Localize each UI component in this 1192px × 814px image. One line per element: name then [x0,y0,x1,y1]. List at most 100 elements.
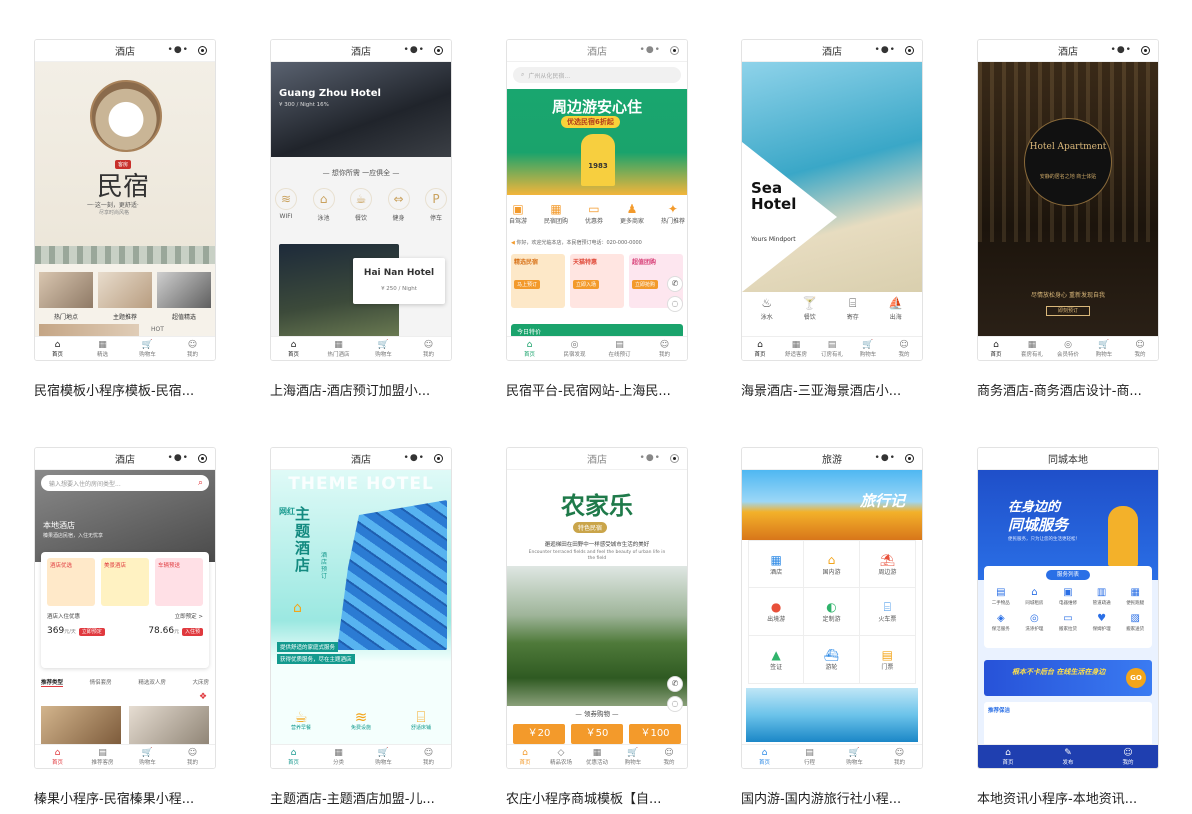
tab-item[interactable]: ⌂ 首页 [742,337,778,360]
filter-tab[interactable]: 大床房 [192,678,209,687]
tab-item[interactable]: ⌂ 首页 [507,337,552,360]
category-item[interactable]: ▣ 自驾游 [509,202,527,225]
promo-card[interactable]: 天猫特惠 立即入场 [570,254,624,308]
card-caption[interactable]: 民宿平台-民宿网站-上海民... [506,380,688,399]
row-link[interactable]: 立即预定 > [175,612,203,620]
tab-item[interactable]: ☺ 我的 [642,337,687,360]
room-item[interactable]: 热门地点 [39,272,93,321]
promo-card[interactable]: 精选民宿 马上预订 [511,254,565,308]
service-item[interactable]: ⛵ 出海 [888,296,903,321]
phone-preview[interactable]: 酒店 •●• THEME HOTEL 网红 主题酒店 酒店预订 ⌂ 提供舒适的家… [270,447,452,769]
facility-item[interactable]: ⇔ 健身 [387,188,410,222]
template-card[interactable]: 旅游 •●• 旅行记 ▦ 酒店 ⌂ 国内游 ⛱ 周边游 ● 出境游 ◐ 定制游 ⌸ 火车票 … [741,447,923,807]
tab-item[interactable]: ▦ 优惠活动 [579,745,615,768]
phone-preview[interactable]: 酒店 •●• ⌕ 广州从化民宿... 周边游安心住 优选民宿6折起 1983 ▣ 自… [506,39,688,361]
service-item[interactable]: ◈ 保洁服务 [984,612,1018,632]
phone-call-icon[interactable]: ✆ [667,276,683,292]
tab-item[interactable]: ⌂ 首页 [507,745,543,768]
facility-item[interactable]: ⌂ 泳池 [312,188,335,222]
capsule-close-icon[interactable] [198,46,207,55]
tab-item[interactable]: 🛒 购物车 [1086,337,1122,360]
card-caption[interactable]: 民宿模板小程序模板-民宿... [34,380,216,399]
tab-item[interactable]: ▤ 订房有礼 [814,337,850,360]
tab-item[interactable]: ☺ 我的 [886,337,922,360]
phone-preview[interactable]: 同城本地 在身边的 同城服务 便民服务，只为让您的生活更轻松！ 服务列表 ▤ 二手… [977,447,1159,769]
promo-card[interactable]: 美景酒店 [101,558,149,606]
room-photo[interactable] [41,706,121,744]
phone-preview[interactable]: 旅游 •●• 旅行记 ▦ 酒店 ⌂ 国内游 ⛱ 周边游 ● 出境游 ◐ 定制游 ⌸ 火车票 … [741,447,923,769]
tab-item[interactable]: ⌂ 首页 [978,745,1038,768]
card-caption[interactable]: 榛果小程序-民宿榛果小程... [34,788,216,807]
filter-tab[interactable]: 精选双人房 [138,678,166,687]
grid-item[interactable]: ▲ 签证 [749,635,805,683]
tab-item[interactable]: 🛒 购物车 [361,745,406,768]
tab-item[interactable]: ▤ 在线预订 [597,337,642,360]
promo-banner[interactable]: 根本不卡后台 在线生活在身边 GO [984,660,1152,696]
more-icon[interactable]: •●• [168,45,189,55]
card-caption[interactable]: 主题酒店-主题酒店加盟-儿... [270,788,452,807]
promo-card[interactable]: 车辆预送 [155,558,203,606]
grid-item[interactable]: ● 出境游 [749,588,805,636]
filter-tab[interactable]: 情侣套房 [90,678,112,687]
tab-item[interactable]: ☺ 我的 [406,337,451,360]
tab-item[interactable]: ▦ 分类 [316,745,361,768]
service-item[interactable]: ▭ 搬家拉货 [1051,612,1085,632]
tab-item[interactable]: ☺ 我的 [651,745,687,768]
capsule-close-icon[interactable] [434,454,443,463]
card-caption[interactable]: 上海酒店-酒店预订加盟小... [270,380,452,399]
tab-item[interactable]: 🛒 购物车 [832,745,877,768]
tab-item[interactable]: ☺ 我的 [877,745,922,768]
more-icon[interactable]: •●• [640,45,661,55]
facility-item[interactable]: P 停车 [425,188,447,222]
phone-preview[interactable]: 酒店 •●• Hotel Apartment 安静的居名之地 商士体贴 尽情放松… [977,39,1159,361]
grid-item[interactable]: ▦ 酒店 [749,541,805,589]
more-icon[interactable]: •●• [404,45,425,55]
tab-item[interactable]: ☺ 我的 [1098,745,1158,768]
coupon[interactable]: ￥50 [571,724,623,744]
room-item[interactable]: 超值精选 [157,272,211,321]
capsule-close-icon[interactable] [1141,46,1150,55]
grid-item[interactable]: ▤ 门票 [860,636,915,683]
tab-item[interactable]: ▦ 热门酒店 [316,337,361,360]
phone-preview[interactable]: 酒店 •●• Guang Zhou Hotel ¥ 300 / Night 16… [270,39,452,361]
more-icon[interactable]: •●• [875,45,896,55]
tab-item[interactable]: ▤ 推荐客房 [80,745,125,768]
template-card[interactable]: 酒店 •●• THEME HOTEL 网红 主题酒店 酒店预订 ⌂ 提供舒适的家… [270,447,452,807]
tab-item[interactable]: ▤ 行程 [787,745,832,768]
room-photo[interactable] [129,706,209,744]
tab-item[interactable]: 🛒 购物车 [125,745,170,768]
facility-item[interactable]: ☕ 餐饮 [350,188,372,222]
phone-preview[interactable]: 酒店 •●• 客房 民宿 一·这一刻，更舒适· 尽享时尚风格 热门地点 主题推荐… [34,39,216,361]
template-card[interactable]: 酒店 •●• 客房 民宿 一·这一刻，更舒适· 尽享时尚风格 热门地点 主题推荐… [34,39,216,399]
promo-card[interactable]: 酒店优选 [47,558,95,606]
hotel-card[interactable]: Hai Nan Hotel ¥ 250 / Night [353,258,445,304]
grid-item[interactable]: ⛱ 周边游 [859,541,915,589]
template-card[interactable]: 酒店 •●• 农家乐 特色民宿 邂逅梯田在田野中一样感受城市生活的美好 Enco… [506,447,688,807]
tab-item[interactable]: ▦ 精选 [80,337,125,360]
tab-item[interactable]: ⌂ 首页 [742,745,787,768]
service-item[interactable]: ◎ 洗涤护理 [1018,612,1052,632]
phone-preview[interactable]: 酒店 •●• 农家乐 特色民宿 邂逅梯田在田野中一样感受城市生活的美好 Enco… [506,447,688,769]
more-icon[interactable]: •●• [404,453,425,463]
chat-icon[interactable]: ◌ [667,696,683,712]
tab-item[interactable]: ☺ 我的 [406,745,451,768]
template-card[interactable]: 酒店 •●• 输入想要入住的房间类型... ⌕ 本地酒店 榛果酒店民宿，入住无忧享… [34,447,216,807]
grid-item[interactable]: ◐ 定制游 [804,588,860,636]
tab-item[interactable]: ◇ 精品农场 [543,745,579,768]
more-icon[interactable]: •●• [168,453,189,463]
service-item[interactable]: ♨ 泳水 [761,296,773,321]
tab-item[interactable]: ◎ 会员特价 [1050,337,1086,360]
tab-item[interactable]: ⌂ 首页 [271,745,316,768]
cruise-banner[interactable] [746,688,918,742]
book-now-button[interactable]: 即刻预订 [1046,306,1090,316]
tab-item[interactable]: 🛒 购物车 [850,337,886,360]
facility-item[interactable]: ≋ WIFI [275,188,297,222]
service-item[interactable]: ⌸ 寄存 [847,296,859,321]
service-item[interactable]: ⌂ 同城租房 [1018,586,1052,606]
tab-item[interactable]: 🛒 购物车 [361,337,406,360]
tab-item[interactable]: ◎ 民宿发现 [552,337,597,360]
grid-item[interactable]: ⌸ 火车票 [859,588,915,636]
chat-icon[interactable]: ◌ [667,296,683,312]
template-card[interactable]: 同城本地 在身边的 同城服务 便民服务，只为让您的生活更轻松！ 服务列表 ▤ 二手… [977,447,1159,807]
capsule-close-icon[interactable] [905,46,914,55]
